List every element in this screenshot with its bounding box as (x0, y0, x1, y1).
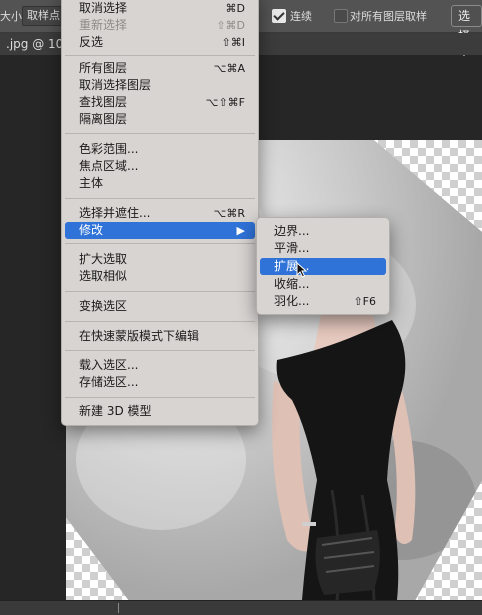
submenu-item-contract[interactable]: 收缩... (260, 276, 386, 293)
menu-item-find-layers[interactable]: 查找图层 ⌥⇧⌘F (65, 94, 255, 111)
modify-submenu: 边界... 平滑... 扩展... 收缩... 羽化... ⇧F6 (256, 217, 390, 315)
contiguous-label: 连续 (290, 10, 312, 23)
select-subject-button[interactable]: 选择主体 (451, 5, 482, 83)
menu-separator (65, 198, 255, 199)
menu-item-quick-mask[interactable]: 在快速蒙版模式下编辑 (65, 328, 255, 345)
menu-item-isolate-layers[interactable]: 隔离图层 (65, 111, 255, 128)
menu-item-all-layers[interactable]: 所有图层 ⌥⌘A (65, 60, 255, 77)
menu-separator (65, 243, 255, 244)
menu-separator (65, 55, 255, 56)
menu-item-load-selection[interactable]: 载入选区... (65, 357, 255, 374)
menu-item-similar[interactable]: 选取相似 (65, 268, 255, 285)
menu-item-new-3d-model[interactable]: 新建 3D 模型 (65, 403, 255, 420)
submenu-item-smooth[interactable]: 平滑... (260, 240, 386, 257)
menu-item-save-selection[interactable]: 存储选区... (65, 374, 255, 391)
sample-all-layers-checkbox[interactable] (334, 9, 348, 23)
status-divider (118, 603, 119, 613)
menu-item-modify[interactable]: 修改 ▶ (65, 222, 255, 239)
status-bar (0, 600, 482, 615)
menu-item-focus-area[interactable]: 焦点区域... (65, 158, 255, 175)
menu-item-color-range[interactable]: 色彩范围... (65, 141, 255, 158)
menu-separator (65, 350, 255, 351)
menu-item-subject[interactable]: 主体 (65, 175, 255, 192)
person-figure (272, 305, 416, 600)
select-menu: 取消选择 ⌘D 重新选择 ⇧⌘D 反选 ⇧⌘I 所有图层 ⌥⌘A 取消选择图层 查找图层… (61, 0, 259, 426)
menu-separator (65, 133, 255, 134)
menu-item-reselect[interactable]: 重新选择 ⇧⌘D (65, 17, 255, 34)
menu-item-grow[interactable]: 扩大选取 (65, 251, 255, 268)
mouse-cursor-icon (296, 262, 308, 278)
menu-item-deselect[interactable]: 取消选择 ⌘D (65, 0, 255, 17)
submenu-item-border[interactable]: 边界... (260, 223, 386, 240)
menu-item-transform-selection[interactable]: 变换选区 (65, 298, 255, 315)
sample-all-layers-label: 对所有图层取样 (350, 10, 427, 23)
contiguous-checkbox[interactable] (272, 9, 286, 23)
menu-item-select-and-mask[interactable]: 选择并遮住... ⌥⌘R (65, 205, 255, 222)
menu-item-deselect-layers[interactable]: 取消选择图层 (65, 77, 255, 94)
menu-separator (65, 321, 255, 322)
submenu-arrow-icon: ▶ (236, 224, 245, 237)
submenu-item-expand[interactable]: 扩展... (260, 258, 386, 275)
menu-separator (65, 397, 255, 398)
menu-item-inverse[interactable]: 反选 ⇧⌘I (65, 34, 255, 51)
menu-separator (65, 291, 255, 292)
submenu-item-feather[interactable]: 羽化... ⇧F6 (260, 293, 386, 310)
